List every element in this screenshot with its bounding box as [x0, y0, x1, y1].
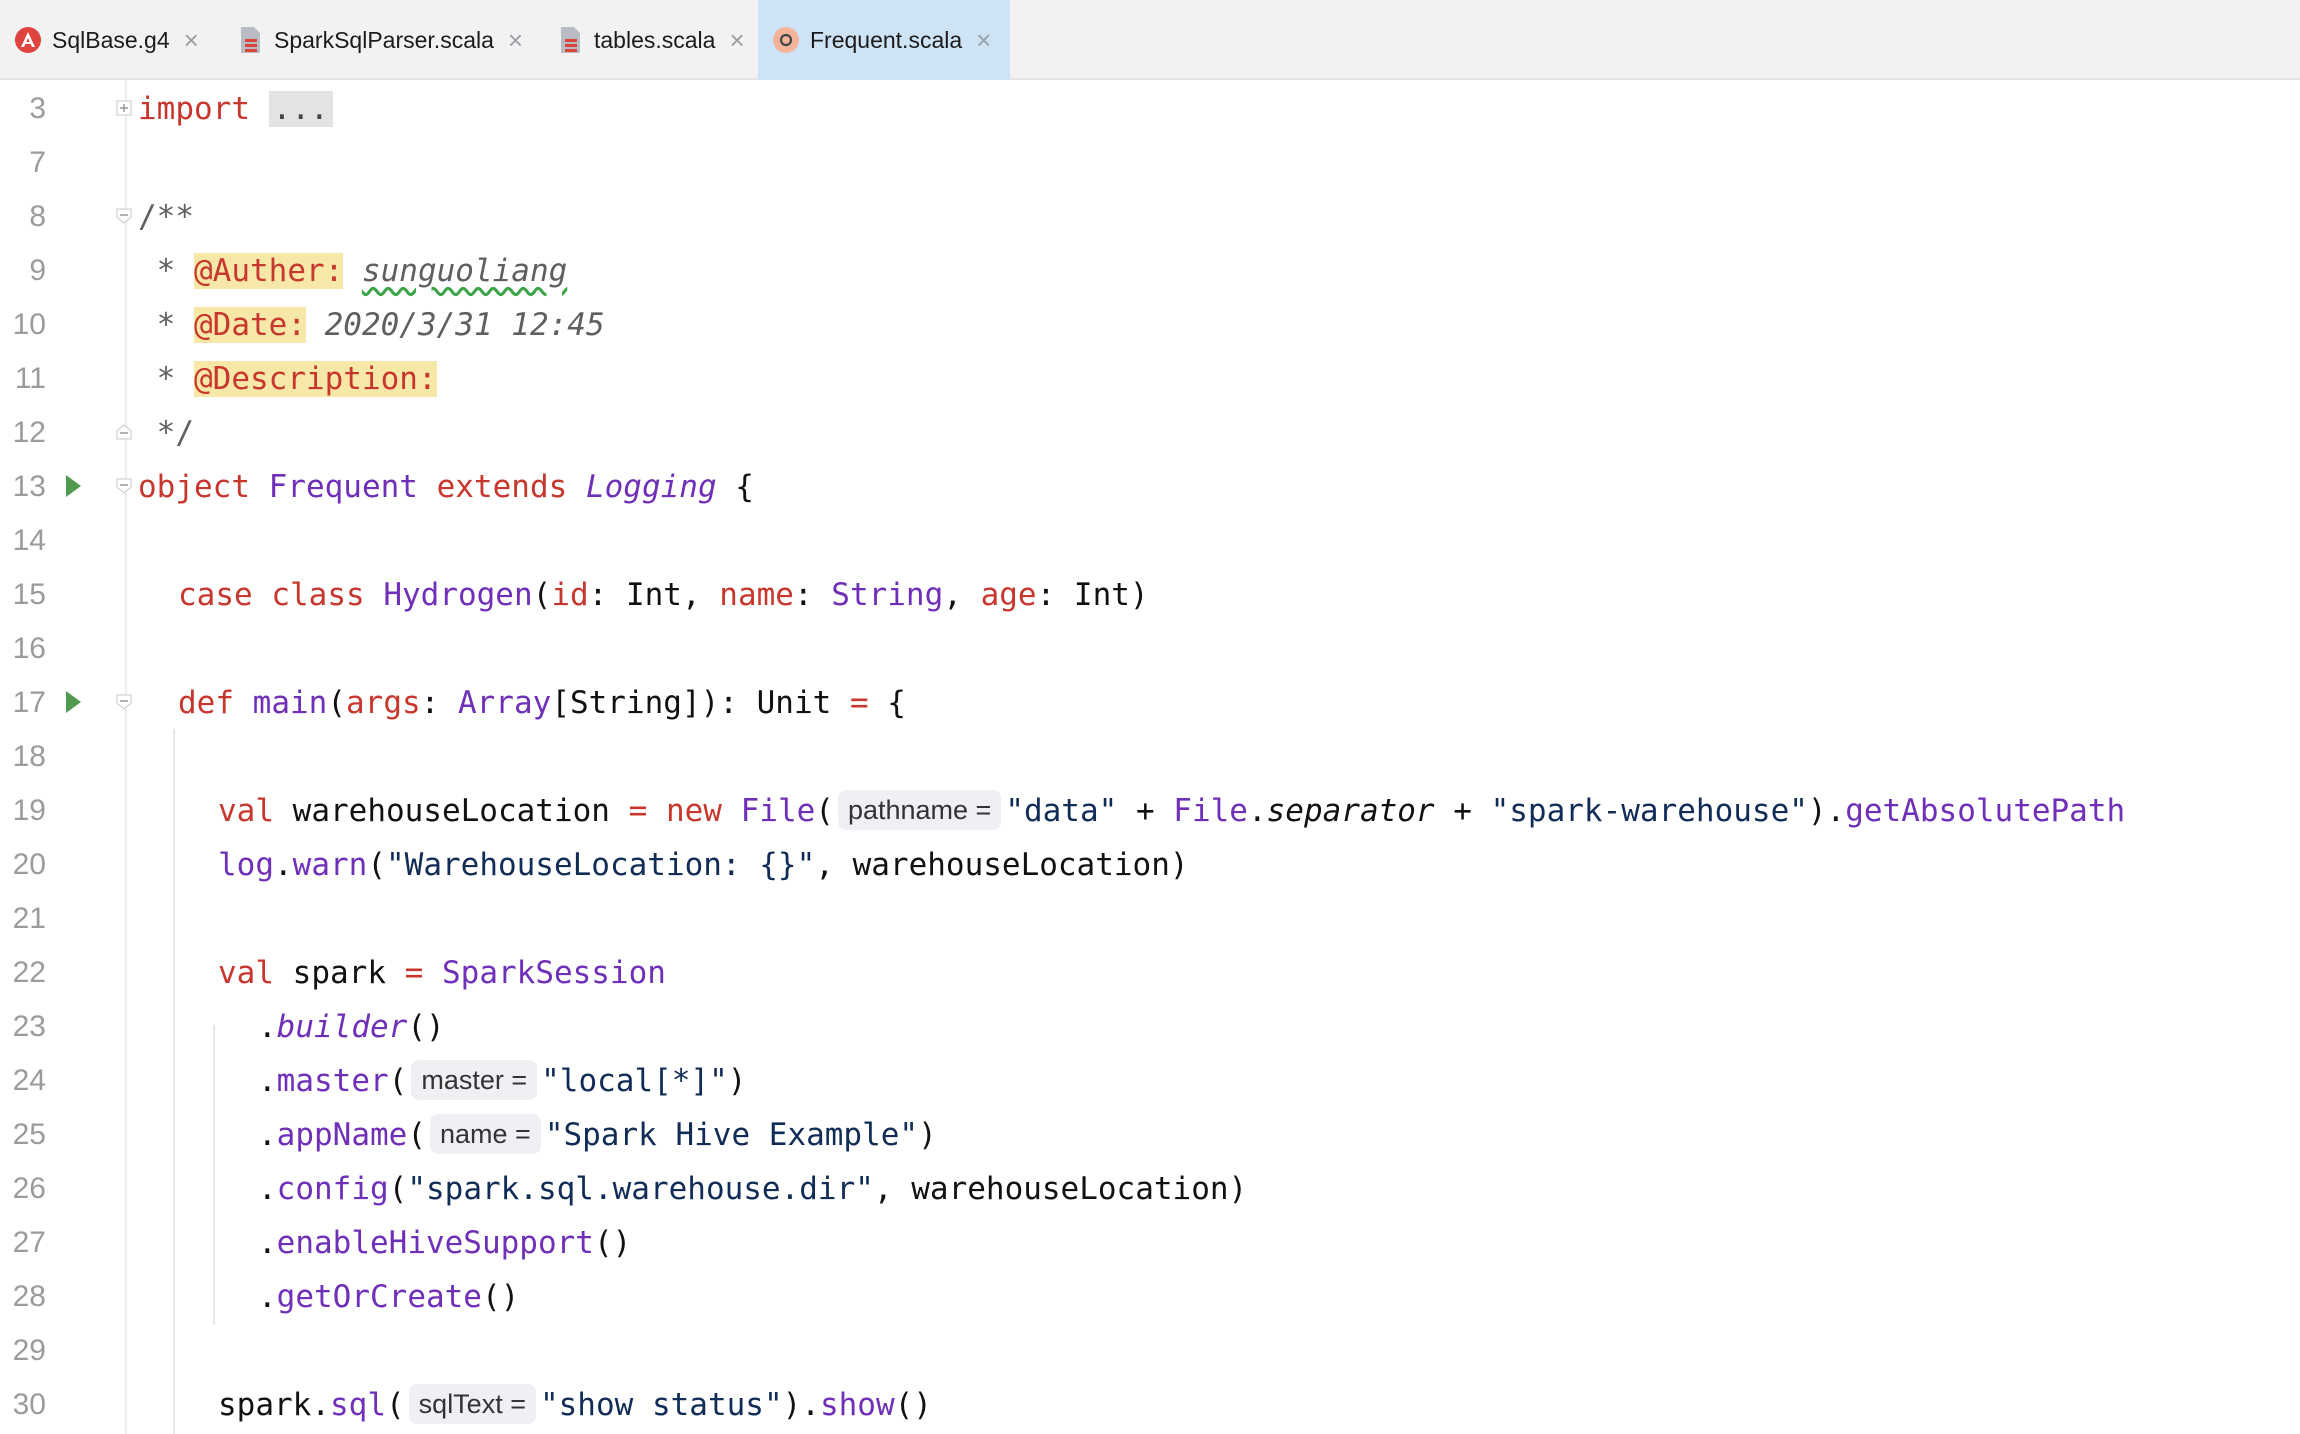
line-number: 19 [12, 794, 46, 827]
run-icon[interactable] [66, 475, 81, 497]
tab-tables-scala[interactable]: tables.scala × [542, 0, 754, 80]
code-line: 22 val spark = SparkSession [0, 946, 2300, 1000]
parameter-hint: sqlText = [408, 1383, 536, 1424]
fold-collapse-icon[interactable] [116, 477, 132, 495]
tab-sqlbase-g4[interactable]: SqlBase.g4 × [0, 0, 220, 80]
line-number: 23 [12, 1010, 46, 1043]
fold-expand-icon[interactable] [116, 99, 132, 117]
close-icon[interactable]: × [976, 27, 991, 53]
tab-sparksqlparser-scala[interactable]: SparkSqlParser.scala × [222, 0, 532, 80]
line-number: 8 [29, 200, 46, 233]
code-line: 14 [0, 514, 2300, 568]
doc-tag-value: 2020/3/31 12:45 [305, 307, 605, 343]
tab-label: SqlBase.g4 [52, 26, 170, 53]
code-line: 8 /** [0, 190, 2300, 244]
code-line: 28 .getOrCreate() [0, 1270, 2300, 1324]
line-number: 17 [12, 686, 46, 719]
line-number: 16 [12, 632, 46, 665]
close-icon[interactable]: × [729, 27, 744, 53]
code-line: 11 * @Description: [0, 352, 2300, 406]
line-number: 20 [12, 848, 46, 881]
line-number: 21 [12, 902, 46, 935]
code-line: 12 */ [0, 406, 2300, 460]
code-line: 17 def main(args: Array[String]): Unit =… [0, 676, 2300, 730]
code-line: 25 .appName(name = "Spark Hive Example") [0, 1108, 2300, 1162]
code-line: 27 .enableHiveSupport() [0, 1216, 2300, 1270]
line-number: 30 [12, 1388, 46, 1421]
code-line: 10 * @Date: 2020/3/31 12:45 [0, 298, 2300, 352]
line-number: 22 [12, 956, 46, 989]
code-line: 15 case class Hydrogen(id: Int, name: St… [0, 568, 2300, 622]
doc-tag: @Auther: [194, 253, 344, 289]
code-line: 29 [0, 1324, 2300, 1378]
code-line: 23 .builder() [0, 1000, 2300, 1054]
parameter-hint: name = [430, 1113, 541, 1154]
line-number: 11 [14, 362, 46, 395]
line-number: 29 [12, 1334, 46, 1367]
code-line: 13 object Frequent extends Logging { [0, 460, 2300, 514]
code-line: 26 .config("spark.sql.warehouse.dir", wa… [0, 1162, 2300, 1216]
tab-label: Frequent.scala [810, 26, 963, 53]
code-line: 19 val warehouseLocation = new File(path… [0, 784, 2300, 838]
object-name: Frequent [268, 469, 418, 505]
code-line: 24 .master(master = "local[*]") [0, 1054, 2300, 1108]
antlr-icon [14, 26, 42, 54]
line-number: 9 [29, 254, 46, 287]
run-icon[interactable] [66, 691, 81, 713]
line-number: 10 [12, 308, 46, 341]
line-number: 27 [12, 1226, 46, 1259]
code-line: 21 [0, 892, 2300, 946]
line-number: 3 [29, 92, 46, 125]
fold-collapse-icon[interactable] [116, 207, 132, 225]
parameter-hint: pathname = [837, 789, 1002, 830]
close-icon[interactable]: × [184, 27, 199, 53]
code-line: 30 spark.sql(sqlText = "show status").sho… [0, 1378, 2300, 1432]
line-number: 28 [12, 1280, 46, 1313]
tab-label: SparkSqlParser.scala [274, 26, 494, 53]
line-number: 24 [12, 1064, 46, 1097]
doc-tag: @Description: [194, 361, 437, 397]
line-number: 26 [12, 1172, 46, 1205]
line-number: 18 [12, 740, 46, 773]
line-number: 14 [12, 524, 46, 557]
fold-end-icon[interactable] [116, 423, 132, 441]
code-line: 3 import ... [0, 82, 2300, 136]
fold-collapse-icon[interactable] [116, 693, 132, 711]
code-line: 18 [0, 730, 2300, 784]
folded-imports[interactable]: ... [268, 91, 333, 127]
line-number: 25 [12, 1118, 46, 1151]
line-number: 13 [12, 470, 46, 503]
scala-file-icon [236, 26, 264, 54]
doc-tag-value: sunguoliang [361, 253, 568, 289]
code-line: 20 log.warn("WarehouseLocation: {}", war… [0, 838, 2300, 892]
line-number: 7 [29, 146, 46, 179]
code-line: 9 * @Auther: sunguoliang [0, 244, 2300, 298]
doc-comment-close: */ [138, 415, 194, 451]
keyword: import [138, 91, 250, 127]
tab-frequent-scala[interactable]: Frequent.scala × [758, 0, 1010, 80]
tab-label: tables.scala [594, 26, 716, 53]
line-number: 15 [12, 578, 46, 611]
parameter-hint: master = [411, 1059, 538, 1100]
editor-tab-bar: SqlBase.g4 × SparkSqlParser.scala × tabl… [0, 0, 2300, 80]
code-editor[interactable]: 3 import ... 7 8 /** 9 * @Auther: sunguo… [0, 80, 2300, 1434]
line-number: 12 [12, 416, 46, 449]
trait-name: Logging [585, 469, 717, 505]
code-line: 7 [0, 136, 2300, 190]
code-line: 16 [0, 622, 2300, 676]
doc-tag: @Date: [194, 307, 306, 343]
doc-comment-open: /** [138, 199, 194, 235]
close-icon[interactable]: × [508, 27, 523, 53]
method-name: main [252, 685, 328, 721]
scala-file-icon [556, 26, 584, 54]
class-name: Hydrogen [383, 577, 533, 613]
scala-object-icon [772, 26, 800, 54]
